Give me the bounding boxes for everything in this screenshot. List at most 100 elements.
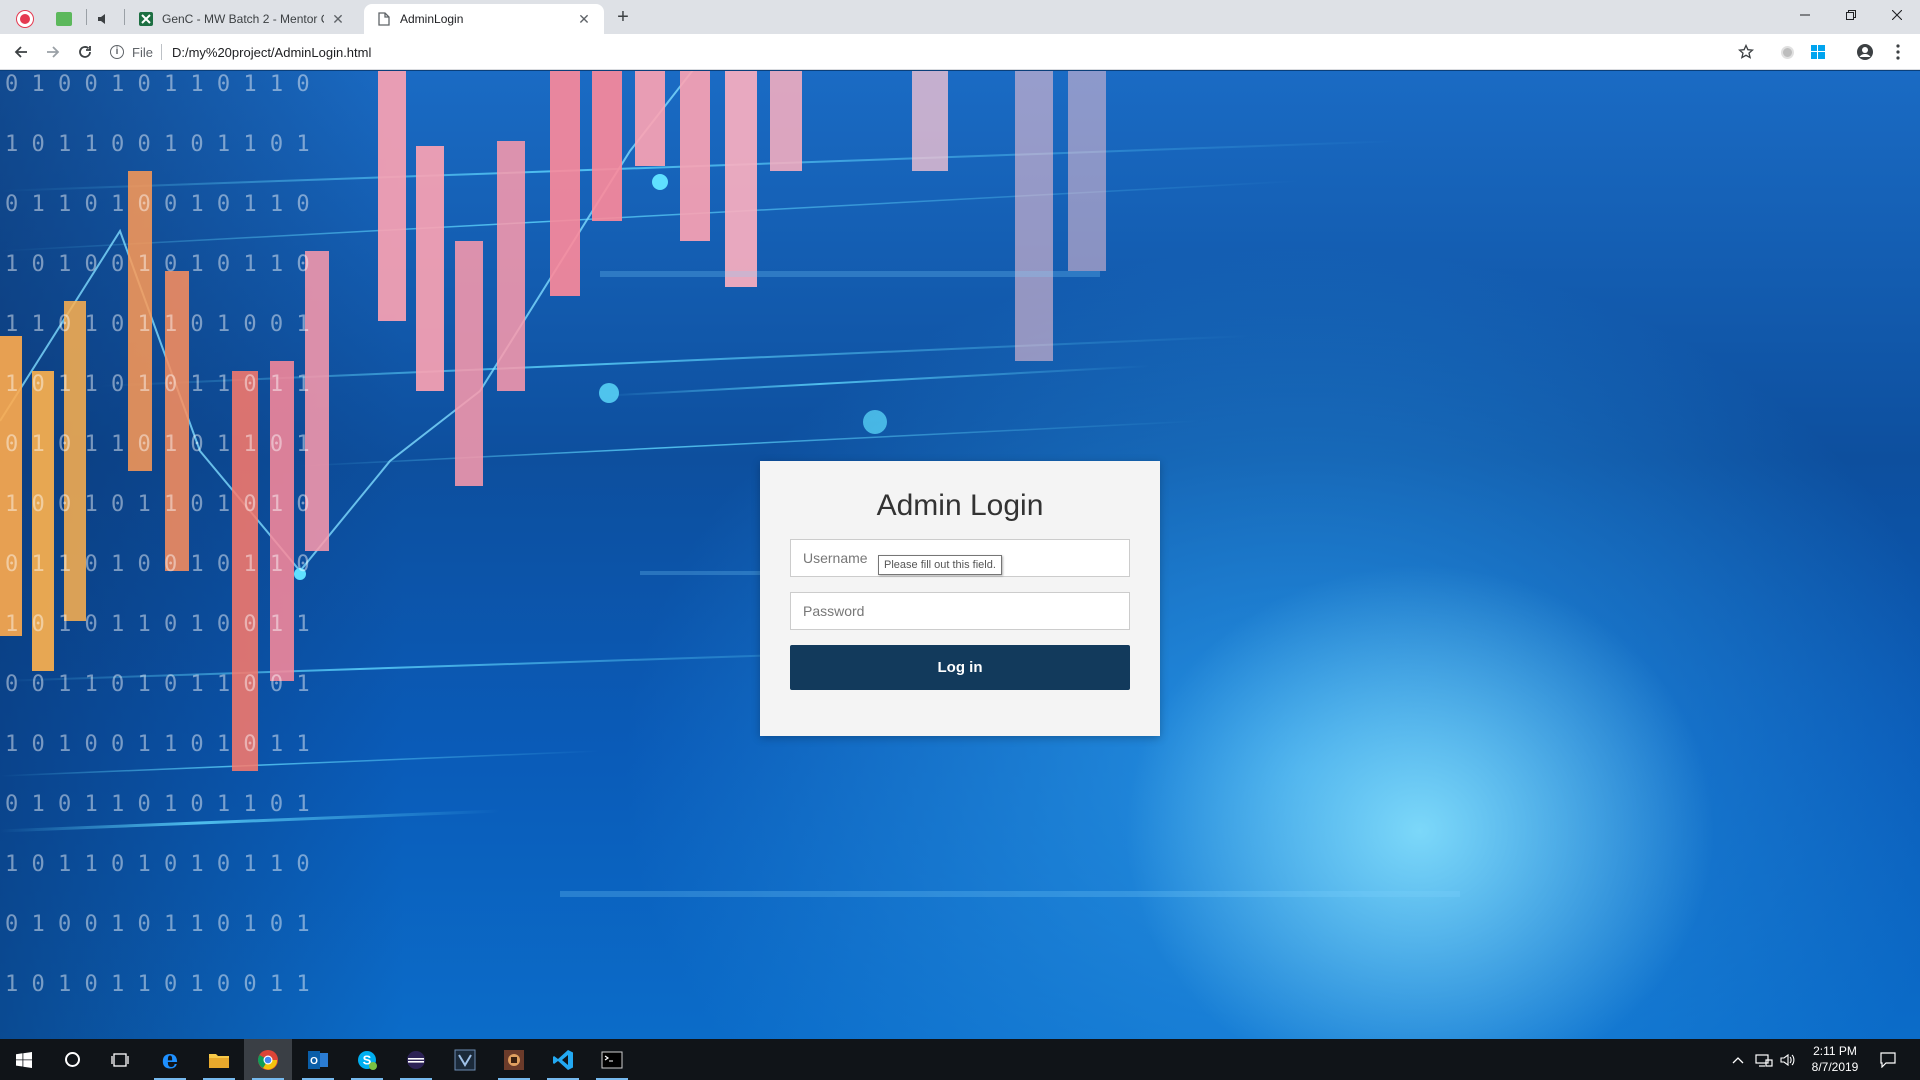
network-icon <box>1755 1053 1773 1067</box>
back-button[interactable] <box>9 40 33 64</box>
start-button[interactable] <box>0 1039 48 1080</box>
network-button[interactable] <box>1755 1039 1773 1080</box>
search-icon <box>64 1052 80 1067</box>
speaker-mute-icon <box>98 14 105 24</box>
forward-button[interactable] <box>41 40 65 64</box>
eclipse-icon <box>407 1050 425 1069</box>
taskbar-terminal[interactable] <box>588 1039 636 1080</box>
windows-logo-icon <box>1811 45 1825 59</box>
task-view-icon <box>111 1052 129 1067</box>
svg-text:1 0 1 0 0 1 0 1 0 1 1 0: 1 0 1 0 0 1 0 1 0 1 1 0 <box>5 252 310 277</box>
svg-text:1 0 1 0 0 1 1 0 1 0 1 1: 1 0 1 0 0 1 1 0 1 0 1 1 <box>5 732 310 757</box>
login-card: Admin Login Log in <box>760 461 1160 736</box>
profile-button[interactable] <box>1853 40 1877 64</box>
svg-text:0 1 1 0 1 0 0 1 0 1 1 0: 0 1 1 0 1 0 0 1 0 1 1 0 <box>5 552 310 577</box>
pinned-tab-record[interactable] <box>10 4 40 34</box>
taskbar-vscode[interactable] <box>539 1039 587 1080</box>
show-hidden-icons-button[interactable] <box>1732 1039 1744 1080</box>
svg-text:O: O <box>310 1056 318 1067</box>
clock-time: 2:11 PM <box>1813 1044 1857 1058</box>
excel-icon <box>138 11 154 27</box>
start-icon <box>16 1051 32 1068</box>
vscode-icon <box>553 1049 573 1070</box>
restore-icon <box>1846 10 1856 20</box>
tab-title: AdminLogin <box>400 12 464 26</box>
chevron-up-icon <box>1732 1056 1744 1063</box>
windows-extension-button[interactable] <box>1806 40 1830 64</box>
taskbar-skype[interactable]: S <box>343 1039 391 1080</box>
skype-icon: S <box>358 1050 377 1070</box>
taskbar-visual-studio[interactable] <box>441 1039 489 1080</box>
volume-icon <box>1780 1053 1795 1066</box>
search-button[interactable] <box>48 1039 96 1080</box>
pinned-tab-audio[interactable] <box>88 4 118 34</box>
taskbar-file-explorer[interactable] <box>195 1039 243 1080</box>
chrome-icon <box>258 1049 278 1070</box>
taskbar-clock[interactable]: 2:11 PM 8/7/2019 <box>1800 1043 1870 1075</box>
taskbar-edge[interactable]: e <box>146 1039 194 1080</box>
browser-toolbar: i File D:/my%20project/AdminLogin.html <box>0 34 1920 70</box>
spreadsheet-icon <box>56 12 72 26</box>
record-icon <box>17 11 33 27</box>
svg-text:0 1 0 1 1 0 1 0 1 1 0 1: 0 1 0 1 1 0 1 0 1 1 0 1 <box>5 432 310 457</box>
svg-text:0 1 0 0 1 0 1 1 0 1 1 0: 0 1 0 0 1 0 1 1 0 1 1 0 <box>5 72 310 97</box>
outlook-icon: O <box>308 1050 328 1069</box>
bookmark-button[interactable] <box>1734 40 1758 64</box>
notification-icon <box>1880 1051 1896 1068</box>
minimize-button[interactable] <box>1782 0 1828 30</box>
svg-text:1 0 0 1 0 1 1 0 1 0 1 0: 1 0 0 1 0 1 1 0 1 0 1 0 <box>5 492 310 517</box>
close-window-button[interactable] <box>1874 0 1920 30</box>
password-input[interactable] <box>790 592 1130 630</box>
forward-arrow-icon <box>47 46 60 58</box>
taskbar-app[interactable] <box>490 1039 538 1080</box>
task-view-button[interactable] <box>96 1039 144 1080</box>
login-button[interactable]: Log in <box>790 645 1130 690</box>
back-arrow-icon <box>14 46 27 58</box>
page-title: Admin Login <box>876 489 1044 522</box>
pinned-tab-sheets[interactable] <box>49 4 79 34</box>
validation-tooltip: Please fill out this field. <box>878 555 1002 575</box>
account-icon <box>1857 44 1873 60</box>
address-scheme: File <box>132 44 153 60</box>
taskbar-eclipse[interactable] <box>392 1039 440 1080</box>
reload-icon <box>79 46 91 58</box>
minimize-icon <box>1800 14 1810 16</box>
restore-button[interactable] <box>1828 0 1874 30</box>
tab-genc[interactable]: GenC - MW Batch 2 - Mentor Co ✕ <box>126 4 358 34</box>
taskbar-chrome[interactable] <box>244 1039 292 1080</box>
address-divider <box>160 44 162 60</box>
svg-text:1 0 1 0 1 1 0 1 0 0 1 1: 1 0 1 0 1 1 0 1 0 0 1 1 <box>5 972 310 997</box>
menu-button[interactable] <box>1886 40 1910 64</box>
svg-text:1 1 0 1 0 1 1 0 1 0 0 1: 1 1 0 1 0 1 1 0 1 0 0 1 <box>5 312 310 337</box>
extension-circle-icon <box>1780 45 1794 59</box>
svg-text:0 1 0 1 1 0 1 0 1 1 0 1: 0 1 0 1 1 0 1 0 1 1 0 1 <box>5 792 310 817</box>
svg-text:1 0 1 1 0 1 0 1 1 0 1 1: 1 0 1 1 0 1 0 1 1 0 1 1 <box>5 372 310 397</box>
close-tab-icon[interactable]: ✕ <box>330 11 346 27</box>
info-icon[interactable]: i <box>110 45 124 59</box>
svg-text:0 1 1 0 1 0 0 1 0 1 1 0: 0 1 1 0 1 0 0 1 0 1 1 0 <box>5 192 310 217</box>
address-bar[interactable]: i File D:/my%20project/AdminLogin.html <box>110 38 1770 66</box>
tab-adminlogin[interactable]: AdminLogin ✕ <box>364 4 604 34</box>
action-center-button[interactable] <box>1880 1039 1896 1080</box>
svg-text:1 0 1 0 1 1 0 1 0 0 1 1: 1 0 1 0 1 1 0 1 0 0 1 1 <box>5 612 310 637</box>
clock-date: 8/7/2019 <box>1811 1060 1859 1074</box>
taskbar-outlook[interactable]: O <box>294 1039 342 1080</box>
visual-studio-icon <box>454 1049 476 1070</box>
svg-text:0 1 0 0 1 0 1 1 0 1 0 1: 0 1 0 0 1 0 1 1 0 1 0 1 <box>5 912 310 937</box>
tab-separator <box>86 9 87 25</box>
edge-icon: e <box>161 1044 179 1075</box>
volume-button[interactable] <box>1780 1039 1796 1080</box>
windows-taskbar: e O S 2:11 PM 8/7/2019 <box>0 1039 1920 1080</box>
svg-text:1 0 1 1 0 1 0 1 0 1 1 0: 1 0 1 1 0 1 0 1 0 1 1 0 <box>5 852 310 877</box>
extension-button[interactable] <box>1775 40 1799 64</box>
app-icon <box>504 1049 524 1070</box>
new-tab-button[interactable]: + <box>612 7 634 29</box>
close-icon <box>1892 10 1902 20</box>
tab-title: GenC - MW Batch 2 - Mentor Co <box>162 12 324 26</box>
close-tab-icon[interactable]: ✕ <box>576 11 592 27</box>
reload-button[interactable] <box>73 40 97 64</box>
star-icon <box>1738 44 1754 59</box>
svg-text:1 0 1 1 0 0 1 0 1 1 0 1: 1 0 1 1 0 0 1 0 1 1 0 1 <box>5 132 310 157</box>
address-url[interactable]: D:/my%20project/AdminLogin.html <box>172 45 371 60</box>
tab-strip: GenC - MW Batch 2 - Mentor Co ✕ AdminLog… <box>0 0 1920 34</box>
